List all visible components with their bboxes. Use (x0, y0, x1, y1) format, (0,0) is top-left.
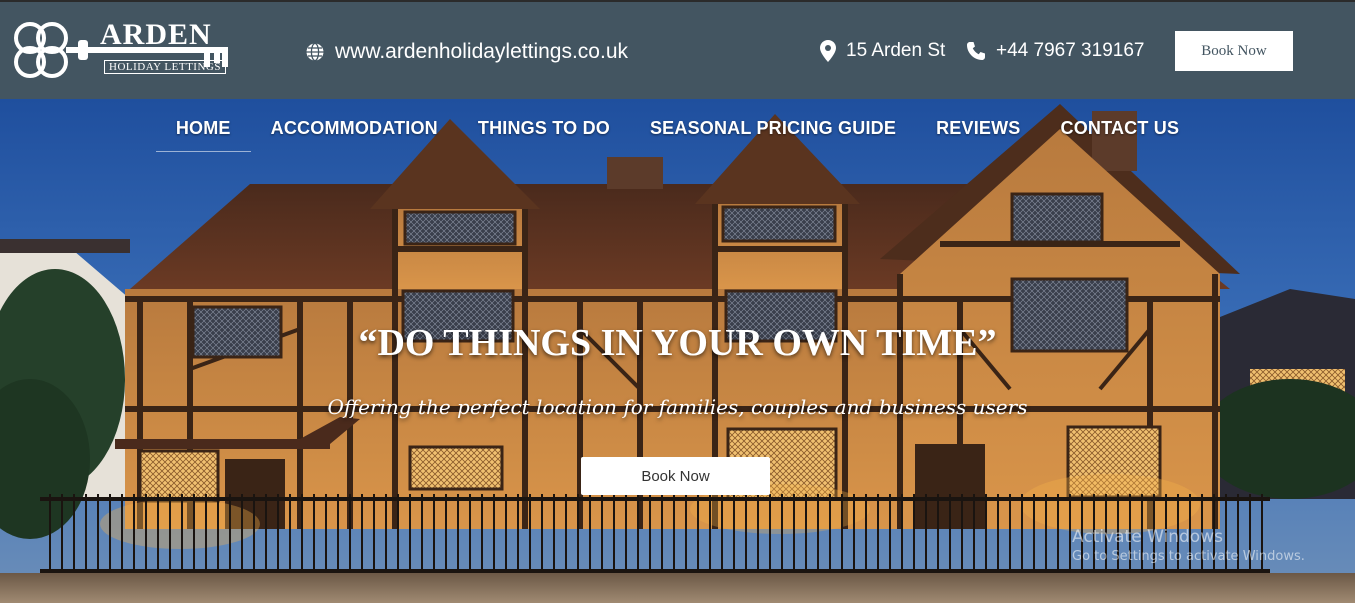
header-book-now-button[interactable]: Book Now (1175, 31, 1293, 71)
hero-section: HOME ACCOMMODATION THINGS TO DO SEASONAL… (0, 99, 1355, 603)
phone-contact[interactable]: +44 7967 319167 (966, 40, 1144, 62)
website-contact[interactable]: www.ardenholidaylettings.co.uk (305, 40, 628, 64)
nav-item-accommodation[interactable]: ACCOMMODATION (271, 118, 438, 152)
nav-item-reviews[interactable]: REVIEWS (936, 118, 1020, 152)
browser-page: ARDEN HOLIDAY LETTINGS www.ardenholidayl… (0, 0, 1355, 603)
main-nav: HOME ACCOMMODATION THINGS TO DO SEASONAL… (0, 118, 1355, 152)
address-contact[interactable]: 15 Arden St (820, 40, 945, 62)
hero-subline: Offering the perfect location for famili… (327, 395, 1028, 419)
website-url[interactable]: www.ardenholidaylettings.co.uk (335, 40, 628, 64)
hero-book-now-button[interactable]: Book Now (581, 457, 770, 495)
phone-number[interactable]: +44 7967 319167 (996, 40, 1144, 62)
site-header: ARDEN HOLIDAY LETTINGS www.ardenholidayl… (0, 2, 1355, 99)
windows-activation-watermark: Activate Windows Go to Settings to activ… (1072, 527, 1305, 564)
site-logo[interactable]: ARDEN HOLIDAY LETTINGS (8, 16, 233, 88)
hero-headline: “DO THINGS IN YOUR OWN TIME” (358, 322, 997, 364)
nav-item-seasonal-pricing-guide[interactable]: SEASONAL PRICING GUIDE (650, 118, 896, 152)
watermark-subtitle: Go to Settings to activate Windows. (1072, 549, 1305, 564)
map-pin-icon (820, 40, 836, 62)
nav-item-home[interactable]: HOME (155, 118, 251, 152)
nav-item-things-to-do[interactable]: THINGS TO DO (478, 118, 610, 152)
globe-icon (306, 42, 324, 62)
watermark-title: Activate Windows (1072, 527, 1223, 547)
address-text: 15 Arden St (846, 40, 946, 61)
logo-subtitle: HOLIDAY LETTINGS (104, 60, 226, 74)
phone-icon (967, 42, 985, 60)
logo-name: ARDEN (100, 18, 212, 51)
nav-item-contact-us[interactable]: CONTACT US (1061, 118, 1180, 152)
